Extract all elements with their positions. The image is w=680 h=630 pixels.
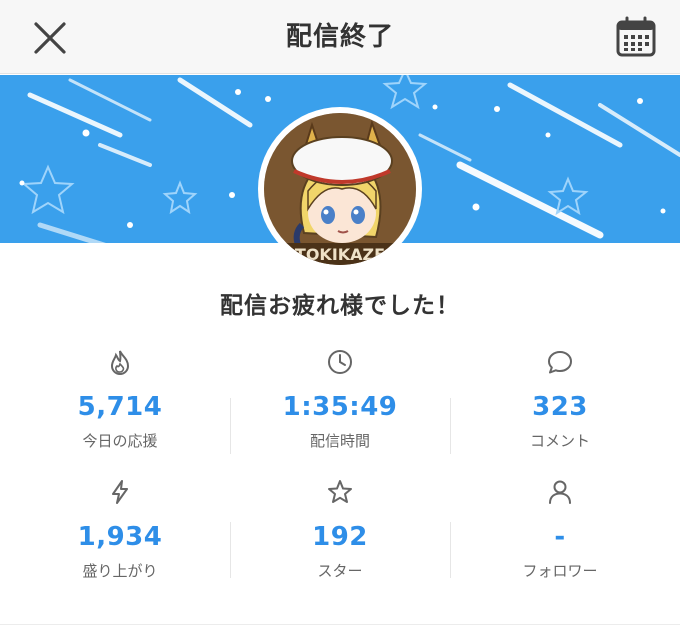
stat-value: 1,934 (77, 522, 163, 552)
avatar: TOKIKAZE (258, 107, 422, 271)
avatar-lettering: TOKIKAZE (295, 245, 385, 264)
speech-bubble-icon (548, 351, 572, 374)
flame-icon (110, 350, 130, 375)
stat-excitement: 1,934 盛り上がり (10, 472, 230, 592)
person-icon (549, 480, 571, 504)
stat-label: スター (317, 562, 363, 580)
stream-stats: 5,714 今日の応援 1:35:49 配信時間 323 コメント 1,934 … (10, 342, 670, 582)
lightning-icon (112, 480, 128, 504)
stat-comments: 323 コメント (450, 342, 670, 462)
stat-followers: - フォロワー (450, 472, 670, 592)
clock-icon (328, 350, 352, 374)
page-title: 配信終了 (285, 22, 394, 52)
stat-value: 1:35:49 (282, 392, 398, 422)
calendar-icon (616, 16, 656, 57)
star-icon (328, 480, 352, 503)
stat-duration: 1:35:49 配信時間 (230, 342, 450, 462)
stat-label: 今日の応援 (82, 432, 158, 450)
stat-label: 盛り上がり (82, 562, 158, 580)
divider (230, 522, 231, 578)
top-bar: 配信終了 (0, 0, 680, 74)
divider (230, 398, 231, 454)
avatar-image: TOKIKAZE (264, 113, 416, 265)
stat-label: フォロワー (522, 562, 598, 580)
stream-finished-message: 配信お疲れ様でした！ (220, 293, 460, 319)
stat-label: コメント (529, 432, 590, 450)
stat-value: 192 (312, 522, 368, 552)
stat-label: 配信時間 (309, 432, 370, 450)
calendar-button[interactable] (614, 15, 658, 59)
stat-stars: 192 スター (230, 472, 450, 592)
divider (0, 624, 680, 625)
stat-value: 323 (532, 392, 588, 422)
divider (450, 398, 451, 454)
divider (450, 522, 451, 578)
stat-value: - (554, 522, 566, 552)
stat-value: 5,714 (77, 392, 163, 422)
stat-support: 5,714 今日の応援 (10, 342, 230, 462)
